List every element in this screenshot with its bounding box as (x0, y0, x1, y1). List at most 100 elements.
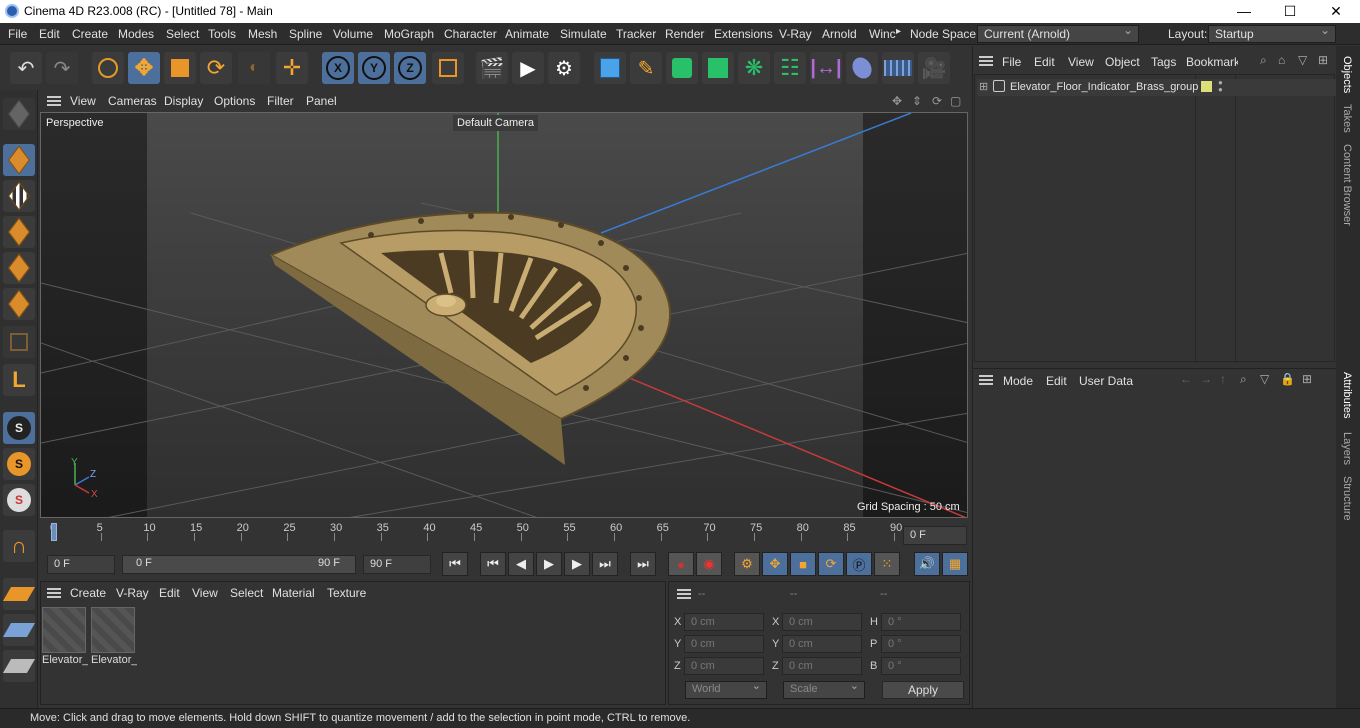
object-menu-view[interactable]: View (1068, 55, 1094, 69)
points-mode-icon[interactable] (3, 216, 35, 248)
live-selection-icon[interactable] (92, 52, 124, 84)
material-menu-material[interactable]: Material (272, 586, 315, 600)
attribute-up-icon[interactable]: ↑ (1220, 372, 1226, 386)
material-menu-texture[interactable]: Texture (327, 586, 366, 600)
expand-icon[interactable]: ⊞ (979, 80, 988, 93)
camera-object-icon[interactable]: 🎥 (918, 52, 950, 84)
menu-select[interactable]: Select (166, 27, 199, 41)
snap-icon[interactable]: S (3, 412, 35, 444)
menu-edit[interactable]: Edit (39, 27, 60, 41)
key-scale-icon[interactable]: ■ (790, 552, 816, 576)
position-z-field[interactable]: 0 cm (684, 657, 764, 675)
solo-icon[interactable]: S (3, 448, 35, 480)
cloner-icon[interactable]: ❋ (738, 52, 770, 84)
material-swatch[interactable] (91, 607, 135, 653)
render-settings-icon[interactable]: ⚙ (548, 52, 580, 84)
workplane-icon[interactable] (2, 578, 36, 610)
viewport-menu-cameras[interactable]: Cameras (108, 94, 157, 108)
menu-render[interactable]: Render (665, 27, 704, 41)
prev-frame-icon[interactable]: ◀ (508, 552, 534, 576)
model-mode-icon[interactable] (3, 144, 35, 176)
subdivision-surface-icon[interactable] (666, 52, 698, 84)
close-button[interactable]: ✕ (1313, 0, 1359, 23)
tab-attributes[interactable]: Attributes (1341, 372, 1353, 418)
move-tool-icon[interactable]: ✥ (128, 52, 160, 84)
position-y-field[interactable]: 0 cm (684, 635, 764, 653)
play-icon[interactable]: ▶ (536, 552, 562, 576)
object-home-icon[interactable]: ⌂ (1278, 53, 1285, 67)
key-pla-icon[interactable]: ⁙ (874, 552, 900, 576)
viewport-rotate-icon[interactable]: ⟳ (932, 94, 942, 108)
object-menu-bookmarks[interactable]: Bookmarks (1186, 55, 1238, 69)
size-x-field[interactable]: 0 cm (782, 613, 862, 631)
attribute-back-icon[interactable]: ← (1180, 372, 1192, 386)
pen-spline-icon[interactable]: ✎ (630, 52, 662, 84)
tab-layers[interactable]: Layers (1341, 432, 1353, 465)
menu-vray[interactable]: V-Ray (779, 27, 812, 41)
prev-key-icon[interactable]: ⏮ (480, 552, 506, 576)
object-search-icon[interactable]: ⌕ (1260, 53, 1267, 68)
uv-mode-icon[interactable] (3, 326, 35, 358)
scale-tool-icon[interactable] (164, 52, 196, 84)
polygons-mode-icon[interactable] (3, 288, 35, 320)
menu-mograph[interactable]: MoGraph (384, 27, 434, 41)
start-frame-field[interactable]: 0 F (47, 555, 115, 574)
recent-tool-icon[interactable]: ◐ (238, 52, 270, 84)
playhead[interactable] (51, 523, 57, 541)
object-list[interactable]: ⊞ Elevator_Floor_Indicator_Brass_group ●… (974, 74, 1336, 363)
planar-workplane-icon[interactable] (2, 650, 36, 682)
viewport[interactable]: Perspective Default Camera Grid Spacing … (40, 112, 968, 518)
menu-tools[interactable]: Tools (208, 27, 236, 41)
y-axis-lock-icon[interactable]: Y (358, 52, 390, 84)
object-menu-file[interactable]: File (1002, 55, 1021, 69)
timeline-ruler[interactable]: 051015202530354045505560657075808590 (48, 522, 902, 542)
undo-button[interactable]: ↶ (10, 52, 42, 84)
menu-overflow-icon[interactable]: ▸ (896, 26, 901, 37)
next-key-icon[interactable]: ⏭ (592, 552, 618, 576)
redo-button[interactable]: ↷ (46, 52, 78, 84)
node-space-dropdown[interactable]: Current (Arnold) (977, 23, 1139, 43)
object-menu-edit[interactable]: Edit (1034, 55, 1055, 69)
x-axis-lock-icon[interactable]: X (322, 52, 354, 84)
object-filter-icon[interactable]: ▽ (1298, 53, 1307, 67)
viewport-menu-display[interactable]: Display (164, 94, 203, 108)
menu-tracker[interactable]: Tracker (616, 27, 656, 41)
solo-hierarchy-icon[interactable]: S (3, 484, 35, 516)
attribute-forward-icon[interactable]: → (1200, 372, 1212, 386)
render-picture-viewer-icon[interactable]: ▶ (512, 52, 544, 84)
texture-mode-icon[interactable] (3, 180, 35, 212)
tab-takes[interactable]: Takes (1341, 104, 1353, 133)
menu-animate[interactable]: Animate (505, 27, 549, 41)
menu-create[interactable]: Create (72, 27, 108, 41)
menu-volume[interactable]: Volume (333, 27, 373, 41)
object-name[interactable]: Elevator_Floor_Indicator_Brass_group (1010, 81, 1198, 93)
extrude-generator-icon[interactable] (702, 52, 734, 84)
attribute-search-icon[interactable]: ⌕ (1240, 372, 1247, 387)
object-menu-icon[interactable] (979, 56, 993, 66)
rotate-tool-icon[interactable]: ⟳ (200, 52, 232, 84)
attribute-filter-icon[interactable]: ▽ (1260, 372, 1269, 386)
move-axis-icon[interactable]: ✛ (276, 52, 308, 84)
apply-button[interactable]: Apply (882, 681, 964, 699)
record-icon[interactable]: ● (668, 552, 694, 576)
material-menu-select[interactable]: Select (230, 586, 263, 600)
viewport-move-icon[interactable]: ✥ (892, 94, 902, 108)
object-new-window-icon[interactable]: ⊞ (1318, 53, 1328, 67)
menu-window[interactable]: Winc (869, 27, 896, 41)
maximize-button[interactable]: ☐ (1267, 0, 1313, 23)
edges-mode-icon[interactable] (3, 252, 35, 284)
menu-arnold[interactable]: Arnold (822, 27, 857, 41)
tab-objects[interactable]: Objects (1341, 56, 1353, 93)
camera-label[interactable]: Default Camera (453, 115, 539, 131)
object-row[interactable]: ⊞ Elevator_Floor_Indicator_Brass_group ●… (977, 79, 1336, 96)
mograph-fracture-icon[interactable]: ☷ (774, 52, 806, 84)
visibility-dots-icon[interactable]: ● ● (1218, 79, 1223, 94)
viewport-menu-panel[interactable]: Panel (306, 94, 337, 108)
tab-structure[interactable]: Structure (1341, 476, 1353, 521)
rotation-b-field[interactable]: 0 ° (881, 657, 961, 675)
menu-file[interactable]: File (8, 27, 27, 41)
material-menu-icon[interactable] (47, 588, 61, 598)
viewport-menu-filter[interactable]: Filter (267, 94, 294, 108)
next-frame-icon[interactable]: ▶ (564, 552, 590, 576)
rotation-h-field[interactable]: 0 ° (881, 613, 961, 631)
